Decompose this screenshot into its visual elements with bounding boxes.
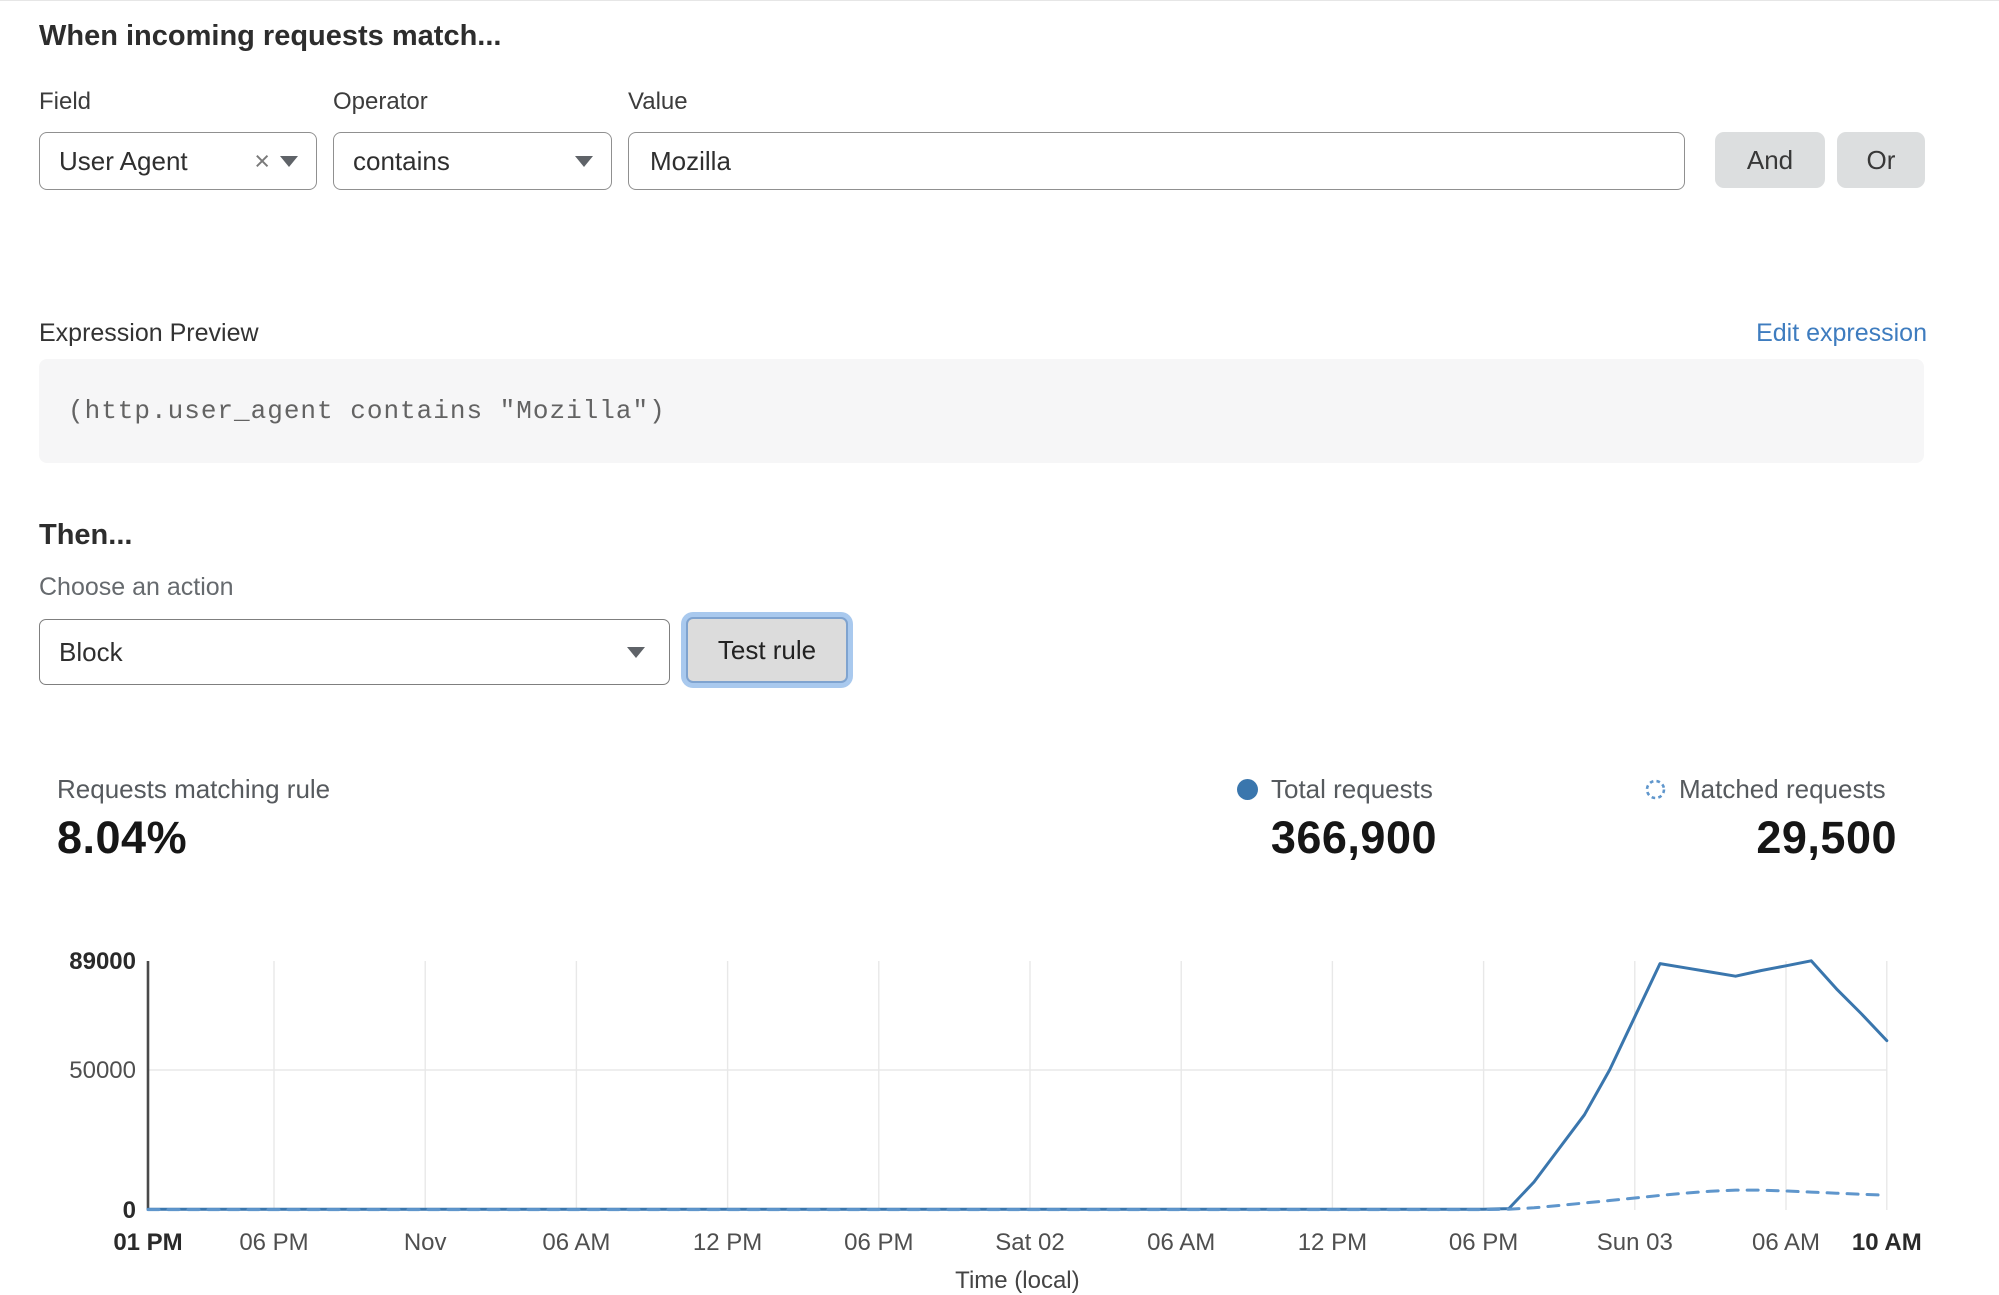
field-select-value: User Agent (40, 146, 244, 177)
stat-matching-value: 8.04% (57, 812, 330, 864)
expression-code-box: (http.user_agent contains "Mozilla") (39, 359, 1924, 463)
svg-text:06 AM: 06 AM (1752, 1229, 1820, 1256)
action-select-value: Block (40, 637, 627, 668)
field-label: Field (39, 88, 91, 116)
svg-text:50000: 50000 (69, 1057, 136, 1084)
chevron-down-icon[interactable] (280, 156, 298, 167)
top-divider (0, 0, 1999, 1)
svg-text:06 AM: 06 AM (1147, 1229, 1215, 1256)
operator-select-value: contains (334, 146, 575, 177)
stat-total-requests: Total requests 366,900 (1237, 774, 1437, 864)
svg-text:89000: 89000 (69, 948, 136, 975)
svg-text:Nov: Nov (404, 1229, 447, 1256)
stat-matched-requests: Matched requests 29,500 (1645, 774, 1897, 864)
requests-line-chart: 89000 50000 0 01 PM 06 PM Nov 06 AM 12 PM 06 PM S… (0, 930, 1999, 1295)
total-requests-dot-icon (1237, 779, 1258, 800)
svg-text:Time (local): Time (local) (955, 1267, 1079, 1294)
edit-expression-link[interactable]: Edit expression (1756, 319, 1927, 348)
stat-total-value: 366,900 (1237, 812, 1437, 864)
svg-text:06 PM: 06 PM (1449, 1229, 1518, 1256)
svg-text:12 PM: 12 PM (1298, 1229, 1367, 1256)
stat-matching-rule: Requests matching rule 8.04% (57, 774, 330, 864)
or-button[interactable]: Or (1837, 132, 1925, 188)
firewall-rule-editor: When incoming requests match... Field Op… (0, 0, 1999, 1295)
match-section-heading: When incoming requests match... (39, 20, 501, 53)
field-select[interactable]: User Agent × (39, 132, 317, 190)
value-label: Value (628, 88, 688, 116)
clear-field-icon[interactable]: × (244, 148, 280, 175)
svg-text:06 PM: 06 PM (844, 1229, 913, 1256)
choose-action-label: Choose an action (39, 573, 234, 602)
stat-matching-label: Requests matching rule (57, 774, 330, 805)
value-input[interactable] (628, 132, 1685, 190)
svg-text:10 AM: 10 AM (1852, 1229, 1922, 1256)
svg-text:Sat 02: Sat 02 (995, 1229, 1064, 1256)
svg-text:06 AM: 06 AM (542, 1229, 610, 1256)
chevron-down-icon[interactable] (627, 647, 645, 658)
then-heading: Then... (39, 519, 132, 552)
operator-label: Operator (333, 88, 428, 116)
svg-text:01 PM: 01 PM (113, 1229, 182, 1256)
operator-select[interactable]: contains (333, 132, 612, 190)
chart-canvas: 89000 50000 0 01 PM 06 PM Nov 06 AM 12 PM 06 PM S… (0, 930, 1999, 1295)
expression-preview-label: Expression Preview (39, 319, 259, 348)
test-rule-button[interactable]: Test rule (686, 617, 848, 683)
svg-text:06 PM: 06 PM (239, 1229, 308, 1256)
chevron-down-icon[interactable] (575, 156, 593, 167)
stat-matched-value: 29,500 (1645, 812, 1897, 864)
matched-requests-dashed-circle-icon (1645, 779, 1666, 800)
svg-text:0: 0 (123, 1197, 136, 1224)
svg-text:12 PM: 12 PM (693, 1229, 762, 1256)
stat-matched-label: Matched requests (1679, 774, 1886, 805)
expression-code: (http.user_agent contains "Mozilla") (39, 396, 666, 426)
action-select[interactable]: Block (39, 619, 670, 685)
svg-text:Sun 03: Sun 03 (1597, 1229, 1673, 1256)
and-button[interactable]: And (1715, 132, 1825, 188)
stat-total-label: Total requests (1271, 774, 1433, 805)
